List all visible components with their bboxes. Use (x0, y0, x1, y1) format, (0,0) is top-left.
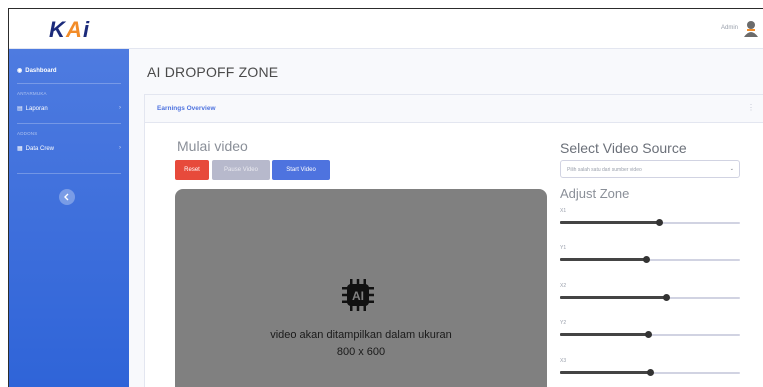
folder-icon: ▤ (17, 106, 23, 112)
pause-video-button[interactable]: Pause Video (212, 160, 270, 180)
sidebar-item-label: Laporan (25, 106, 48, 112)
start-video-button[interactable]: Start Video (272, 160, 330, 180)
slider-label-y2: Y2 (560, 320, 567, 326)
sidebar-heading: ANTARMUKA (17, 91, 47, 96)
user-avatar-icon[interactable] (743, 20, 759, 38)
adjust-zone-title: Adjust Zone (560, 186, 630, 201)
svg-text:AI: AI (352, 289, 364, 303)
chevron-right-icon: › (119, 105, 121, 111)
slider-x3[interactable] (560, 368, 740, 378)
slider-label-y1: Y1 (560, 245, 567, 251)
video-placeholder-line: 800 x 600 (336, 346, 386, 358)
select-video-source-title: Select Video Source (560, 140, 687, 156)
reset-button[interactable]: Reset (175, 160, 209, 180)
slider-fill (560, 333, 649, 336)
sidebar: ◉ Dashboard ANTARMUKA ▤ Laporan › ADDONS ▦… (9, 49, 129, 387)
slider-y2[interactable] (560, 330, 740, 340)
user-name[interactable]: Admin (721, 25, 738, 31)
table-icon: ▦ (17, 146, 23, 152)
video-card: Earnings Overview ⋮ Mulai video Reset Pa… (144, 94, 763, 387)
slider-label-x2: X2 (560, 283, 567, 289)
slider-fill (560, 221, 659, 224)
card-header: Earnings Overview ⋮ (145, 95, 763, 123)
svg-text:K: K (49, 17, 67, 42)
svg-text:i: i (83, 17, 90, 42)
page-title: AI DROPOFF ZONE (147, 64, 279, 80)
slider-label-x3: X3 (560, 358, 567, 364)
card-header-title: Earnings Overview (157, 105, 216, 112)
slider-thumb[interactable] (663, 294, 671, 301)
video-source-select[interactable]: Pilih salah satu dari sumber video ⌄ (560, 160, 740, 178)
video-placeholder-text: video akan ditampilkan dalam ukuran 800 … (175, 327, 547, 361)
sidebar-item-laporan[interactable]: ▤ Laporan (17, 105, 48, 112)
slider-fill (560, 371, 650, 374)
chevron-right-icon: › (119, 145, 121, 151)
slider-fill (560, 296, 667, 299)
sidebar-item-label: Dashboard (25, 68, 57, 74)
chevron-down-icon: ⌄ (729, 166, 734, 172)
sidebar-heading: ADDONS (17, 131, 38, 136)
slider-label-x1: X1 (560, 208, 567, 214)
sidebar-divider (17, 123, 121, 124)
ai-chip-icon: AI (342, 279, 374, 311)
sidebar-item-data-crew[interactable]: ▦ Data Crew (17, 145, 54, 152)
slider-thumb[interactable] (643, 256, 651, 263)
sidebar-item-dashboard[interactable]: ◉ Dashboard (17, 67, 57, 74)
sidebar-divider (17, 83, 121, 84)
sidebar-item-label: Data Crew (25, 146, 55, 152)
slider-x1[interactable] (560, 218, 740, 228)
video-title: Mulai video (177, 138, 248, 154)
slider-thumb[interactable] (647, 369, 654, 376)
slider-fill (560, 258, 647, 261)
slider-thumb[interactable] (645, 331, 653, 338)
sidebar-toggle-button[interactable] (59, 189, 75, 205)
sidebar-divider (17, 173, 121, 174)
chevron-left-icon (64, 193, 69, 201)
slider-thumb[interactable] (656, 219, 663, 226)
topbar: K A i Admin (9, 9, 763, 49)
app-frame: K A i Admin ◉ Dashboard ANTARMUKA ▤ Lapora… (8, 8, 763, 387)
slider-x2[interactable] (560, 293, 740, 303)
svg-text:A: A (65, 17, 82, 42)
kai-logo: K A i (49, 17, 90, 42)
dashboard-icon: ◉ (17, 68, 23, 74)
slider-y1[interactable] (560, 255, 740, 265)
video-placeholder-line: video akan ditampilkan dalam ukuran (270, 329, 452, 341)
more-options-icon[interactable]: ⋮ (747, 103, 755, 112)
video-source-select-value: Pilih salah satu dari sumber video (567, 167, 642, 173)
video-placeholder: AI video akan ditampilkan dalam ukuran 8… (175, 189, 547, 387)
